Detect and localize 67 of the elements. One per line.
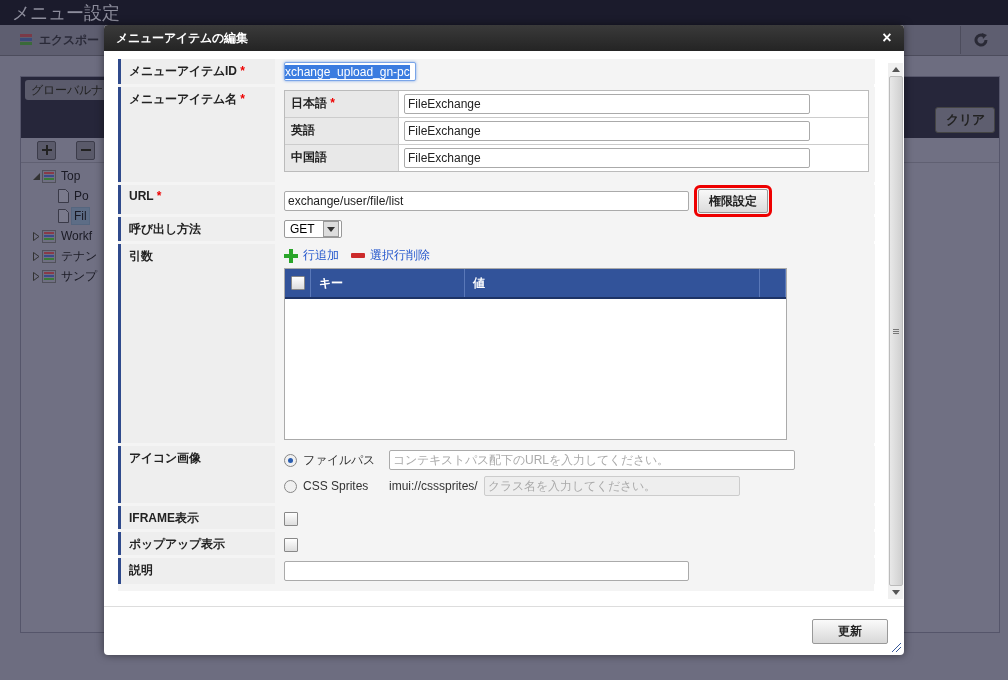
checkbox[interactable] xyxy=(284,512,298,526)
resize-grip-icon[interactable] xyxy=(891,642,901,652)
field-label: 引数 xyxy=(129,249,153,263)
minus-icon xyxy=(80,149,91,151)
field-label: 呼び出し方法 xyxy=(129,222,201,236)
add-button[interactable] xyxy=(37,140,56,160)
close-button[interactable]: × xyxy=(880,30,894,46)
language-label: 日本語 * xyxy=(291,96,335,110)
folder-icon xyxy=(42,249,56,263)
scrollbar[interactable] xyxy=(888,63,903,599)
export-icon xyxy=(20,33,34,47)
scroll-up-icon[interactable] xyxy=(891,67,900,72)
column-header: キー xyxy=(319,274,343,292)
name-field[interactable]: FileExchange xyxy=(404,94,810,114)
field-label: アイコン画像 xyxy=(129,451,201,465)
select-all-checkbox[interactable] xyxy=(290,276,305,290)
field-label: 説明 xyxy=(129,563,153,577)
folder-icon xyxy=(42,169,56,183)
name-field[interactable]: FileExchange xyxy=(404,148,810,168)
update-button[interactable]: 更新 xyxy=(812,618,888,644)
field-label: IFRAME表示 xyxy=(129,511,199,525)
folder-icon xyxy=(42,229,56,243)
collapsed-icon[interactable] xyxy=(33,271,40,281)
tree-item[interactable]: サンプ xyxy=(58,265,100,287)
export-button[interactable]: エクスポー xyxy=(12,26,107,54)
scroll-down-icon[interactable] xyxy=(891,590,900,595)
language-label: 中国語 xyxy=(291,150,327,164)
collapsed-icon[interactable] xyxy=(33,231,40,241)
dialog-title: メニューアイテムの編集 xyxy=(116,29,248,47)
delete-rows-link[interactable]: 選択行削除 xyxy=(351,247,430,264)
radio-button[interactable] xyxy=(284,453,297,467)
id-field[interactable]: xchange_upload_gn-pc xyxy=(284,62,416,81)
tree-item[interactable]: テナン xyxy=(58,245,100,267)
checkbox[interactable] xyxy=(284,538,298,552)
folder-icon xyxy=(42,269,56,283)
page-icon xyxy=(58,189,69,203)
add-row-link[interactable]: 行追加 xyxy=(284,247,339,264)
page-icon xyxy=(58,209,69,223)
collapsed-icon[interactable] xyxy=(33,251,40,261)
name-field[interactable]: FileExchange xyxy=(404,121,810,141)
field-label: URL * xyxy=(129,189,162,203)
clear-button[interactable]: クリア xyxy=(935,107,995,133)
field-label: メニューアイテム名 * xyxy=(129,92,245,106)
tree-item[interactable]: Po xyxy=(71,187,92,205)
path-prefix: imui://csssprites/ xyxy=(389,479,478,493)
method-select[interactable]: GET xyxy=(284,220,342,238)
plus-icon xyxy=(284,248,298,263)
tree-item[interactable]: Workf xyxy=(58,227,96,245)
radio-label: ファイルパス xyxy=(303,451,376,469)
radio-label: CSS Sprites xyxy=(303,479,370,493)
minus-icon xyxy=(351,253,365,258)
page-title: メニュー設定 xyxy=(12,1,120,25)
expanded-icon[interactable] xyxy=(33,172,40,180)
language-label: 英語 xyxy=(291,123,315,137)
remove-button[interactable] xyxy=(76,140,95,160)
column-header: 値 xyxy=(473,274,485,292)
grip-icon xyxy=(892,328,899,334)
link-address-field[interactable]: exchange/user/file/list xyxy=(284,191,689,211)
caret-icon xyxy=(327,226,335,232)
field-label: ポップアップ表示 xyxy=(129,537,225,551)
tree-item[interactable]: Top xyxy=(58,167,84,185)
field-label: メニューアイテムID * xyxy=(129,64,245,78)
tree-item[interactable]: Fil xyxy=(71,207,90,225)
description-field[interactable] xyxy=(284,561,689,581)
refresh-icon xyxy=(973,33,988,47)
image-path-field[interactable]: コンテキストパス配下のURLを入力してください。 xyxy=(389,450,795,470)
plus-icon xyxy=(41,145,52,155)
